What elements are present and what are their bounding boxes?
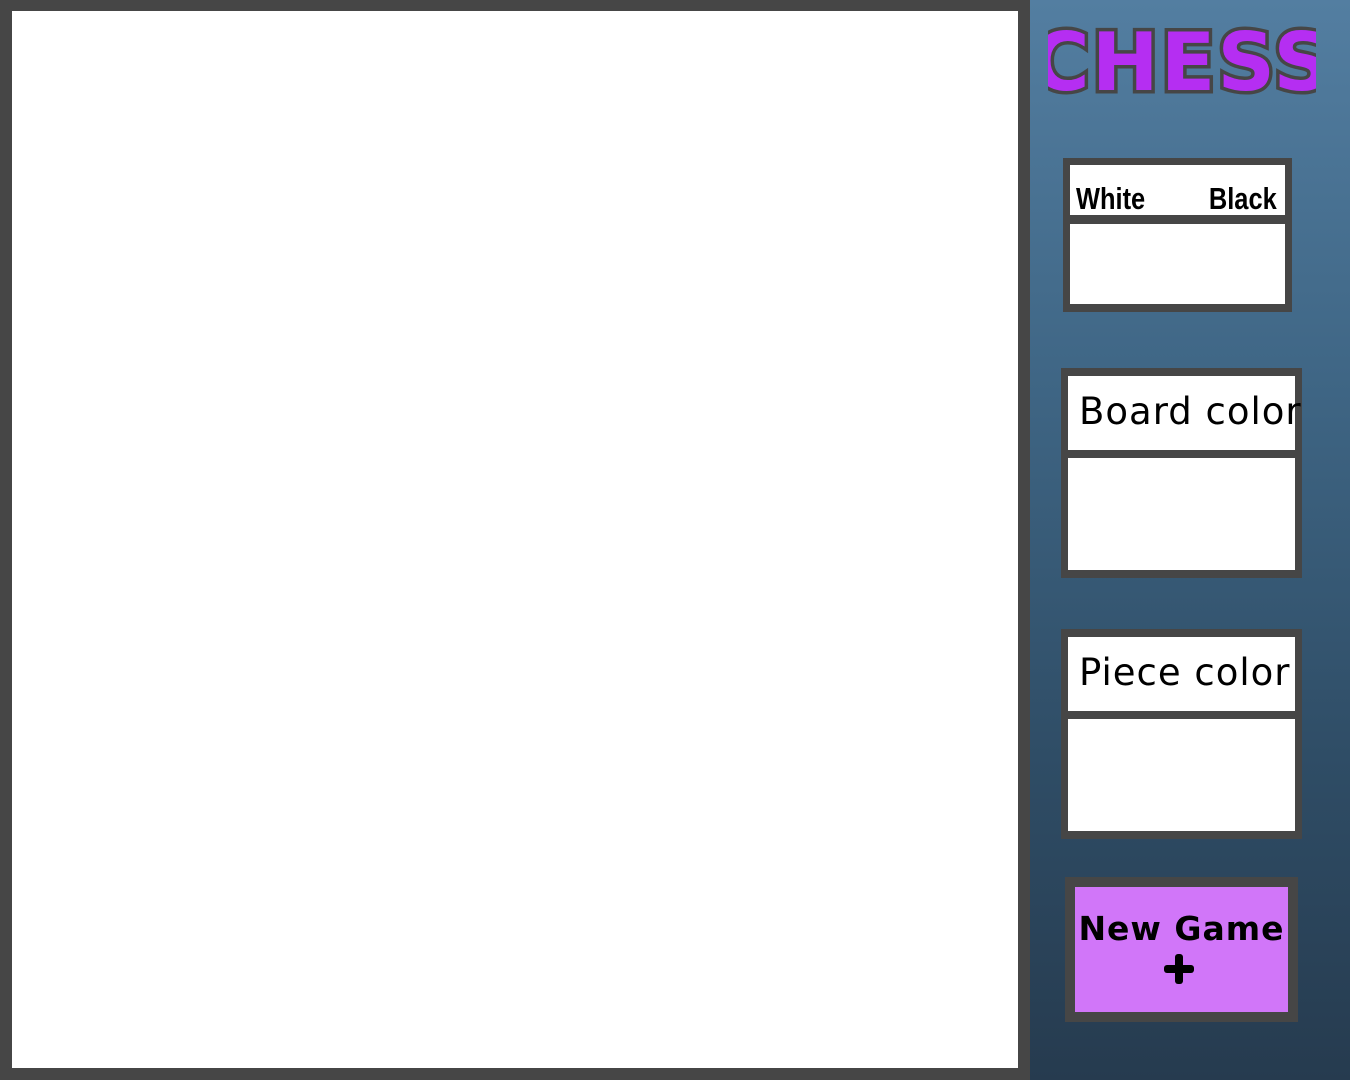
board-color-header: Board color (1068, 376, 1301, 450)
new-game-button-face[interactable]: New Game (1075, 887, 1288, 1012)
new-game-label: New Game (1078, 909, 1285, 948)
white-column-label: White (1076, 181, 1146, 216)
moves-panel: White Black (1063, 158, 1292, 312)
board-color-options[interactable] (1068, 458, 1295, 570)
board-color-panel: Board color (1061, 368, 1302, 578)
piece-color-options[interactable] (1068, 719, 1295, 831)
chess-logo: CHESS (1048, 14, 1316, 104)
moves-header: White Black (1070, 165, 1285, 216)
piece-color-panel: Piece color (1061, 629, 1302, 839)
logo-text: CHESS (1048, 16, 1316, 104)
plus-icon (1164, 954, 1194, 984)
new-game-button[interactable]: New Game (1065, 877, 1298, 1022)
piece-color-title: Piece color (1079, 651, 1291, 694)
moves-list[interactable] (1070, 224, 1285, 304)
sidebar: CHESS White Black Board color Piece colo… (1030, 0, 1350, 1080)
board-color-title: Board color (1079, 390, 1302, 433)
chess-board[interactable] (12, 11, 1018, 1068)
black-column-label: Black (1209, 181, 1277, 216)
board-frame (0, 0, 1030, 1080)
piece-color-header: Piece color (1068, 637, 1295, 711)
